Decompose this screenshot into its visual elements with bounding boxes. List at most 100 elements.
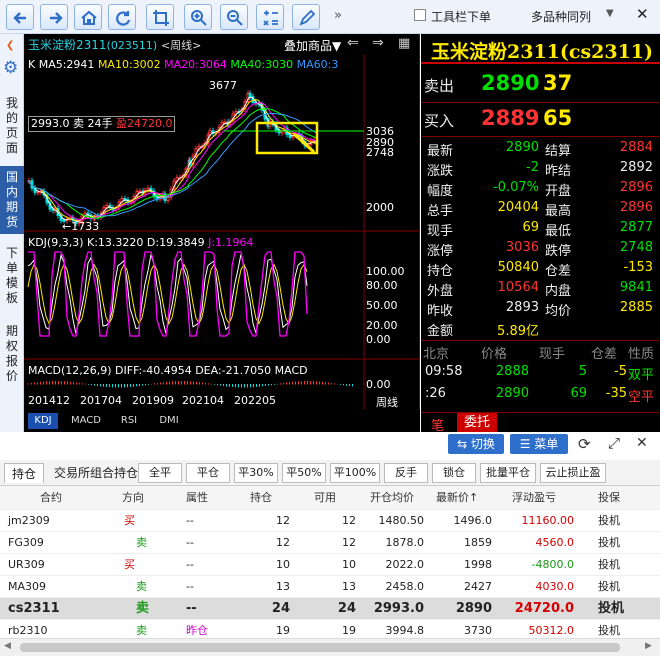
zoom-in-icon[interactable] [184,4,212,30]
pen-icon[interactable] [292,4,320,30]
expand-icon[interactable]: ⤢ [608,434,620,452]
cell-pnl: 24720.0 [514,601,574,616]
close-icon[interactable]: ✕ [636,5,649,23]
ma40-label: MA40:3030 [230,58,294,71]
action-button[interactable]: 平50% [282,463,326,483]
quote-value: 3036 [505,240,539,255]
table-row[interactable]: cs2311 卖 -- 24 24 2993.0 2890 24720.0 投机 [0,598,660,620]
axis-label-2000: 2000 [366,201,394,214]
chart-prev-icon[interactable]: ⇐ [347,35,359,51]
sidebar-item-domestic-futures[interactable]: 国内期货 [0,166,24,234]
tab-rsi[interactable]: RSI [114,413,144,429]
collapse-icon[interactable]: ❮ [6,40,14,51]
chart-next-icon[interactable]: ⇒ [372,35,384,51]
chevron-down-icon[interactable]: ▼ [606,8,614,19]
table-row[interactable]: MA309 卖 -- 13 13 2458.0 2427 4030.0 投机 [0,576,660,598]
tab-dmi[interactable]: DMI [154,413,184,429]
macd-bar [142,384,143,386]
header-position[interactable]: 持仓 [250,486,272,510]
tick-nature: 双平 [628,368,655,383]
header-available[interactable]: 可用 [314,486,336,510]
kdj-axis-20: 20.00 [366,319,398,332]
cell-type: 投机 [598,514,620,527]
ma10-label: MA10:3002 [97,58,161,71]
action-button[interactable]: 平仓 [186,463,230,483]
menu-button[interactable]: ☰ 菜单 [510,434,568,454]
quote-title: 玉米淀粉2311(cs2311) [421,34,660,64]
quote-label: 涨跌 [427,164,454,179]
overlay-button[interactable]: 叠加商品▼ [284,37,341,54]
horizontal-scrollbar[interactable]: ◀ ▶ [0,638,660,656]
macd-bar [268,384,269,386]
header-last-price[interactable]: 最新价↑ [436,486,478,510]
tab-order[interactable]: 委托 [457,413,497,432]
kline-chart[interactable]: 玉米淀粉2311(023511) <周线> 叠加商品▼ ⇐ ⇒ ▦ K MA5:… [24,34,420,410]
action-button[interactable]: 反手 [384,463,428,483]
toolbar-order-checkbox[interactable] [414,9,426,21]
action-button[interactable]: 平30% [234,463,278,483]
back-icon[interactable] [6,4,34,30]
chart-layout-icon[interactable]: ▦ [398,36,410,51]
home-icon[interactable] [74,4,102,30]
tab-positions[interactable]: 持仓 [4,463,44,483]
table-row[interactable]: jm2309 买 -- 12 12 1480.50 1496.0 11160.00 投机 [0,510,660,532]
tab-kdj[interactable]: KDJ [28,413,58,429]
kdj-axis-50: 50.00 [366,299,398,312]
scroll-thumb[interactable] [20,643,620,652]
macd-bar [307,381,308,385]
action-button[interactable]: 锁仓 [432,463,476,483]
action-button[interactable]: 批量平仓 [480,463,536,483]
action-button[interactable]: 全平 [138,463,182,483]
macd-bar [232,384,233,387]
tab-exchange-combo[interactable]: 交易所组合持仓 [54,463,138,483]
cell-dir: 买 [124,514,135,527]
tick-header-cell: 价格 [481,347,508,362]
header-hedge-type[interactable]: 投保 [598,486,620,510]
macd-bar [70,381,71,385]
sell-price[interactable]: 2890 [481,71,539,95]
more-tools-icon[interactable]: » [334,8,342,23]
calculator-icon[interactable] [256,4,284,30]
zoom-out-icon[interactable] [220,4,248,30]
header-open-avg[interactable]: 开仓均价 [370,486,414,510]
table-row[interactable]: UR309 买 -- 10 10 2022.0 1998 -4800.0 投机 [0,554,660,576]
macd-bar [40,381,41,385]
crop-icon[interactable] [146,4,174,30]
scroll-left-icon[interactable]: ◀ [4,641,11,651]
table-row[interactable]: FG309 卖 -- 12 12 1878.0 1859 4560.0 投机 [0,532,660,554]
switch-button[interactable]: ⇆ 切换 [448,434,504,454]
multi-variety-label[interactable]: 多品种同列 [531,8,591,25]
header-contract[interactable]: 合约 [40,486,62,510]
buy-volume: 65 [543,106,573,130]
gear-icon[interactable]: ⚙ [3,58,18,78]
sidebar-item-order-template[interactable]: 下单模板 [3,246,21,306]
macd-bar [46,381,47,385]
buy-price[interactable]: 2889 [481,106,539,130]
action-button[interactable]: 平100% [330,463,380,483]
forward-icon[interactable] [40,4,68,30]
sidebar-item-my-pages[interactable]: 我的页面 [3,96,21,156]
close-panel-icon[interactable]: ✕ [636,435,648,451]
kdj-axis-80: 80.00 [366,279,398,292]
refresh-icon[interactable]: ⟳ [578,435,591,453]
header-direction[interactable]: 方向 [122,486,144,510]
period-label[interactable]: 周线 [376,394,398,410]
macd-bar [235,384,236,388]
refresh-icon[interactable] [108,4,136,30]
macd-bar [121,384,122,388]
sidebar-item-option-quote[interactable]: 期权报价 [3,324,21,384]
cell-open: 2458.0 [385,580,425,593]
macd-bar [187,381,188,385]
position-tag[interactable]: 2993.0 卖 24手 盈24720.0 [28,116,176,132]
macd-bar [310,381,311,385]
macd-bar [94,384,95,386]
header-floating-pnl[interactable]: 浮动盈亏 [512,486,556,510]
scroll-right-icon[interactable]: ▶ [645,641,652,651]
macd-bar [58,381,59,385]
header-attribute[interactable]: 属性 [186,486,208,510]
tab-macd[interactable]: MACD [68,413,104,429]
action-button[interactable]: 云止损止盈 [540,463,606,483]
cell-avail: 10 [342,558,356,571]
cell-contract: jm2309 [8,514,50,527]
macd-bar [34,382,35,385]
